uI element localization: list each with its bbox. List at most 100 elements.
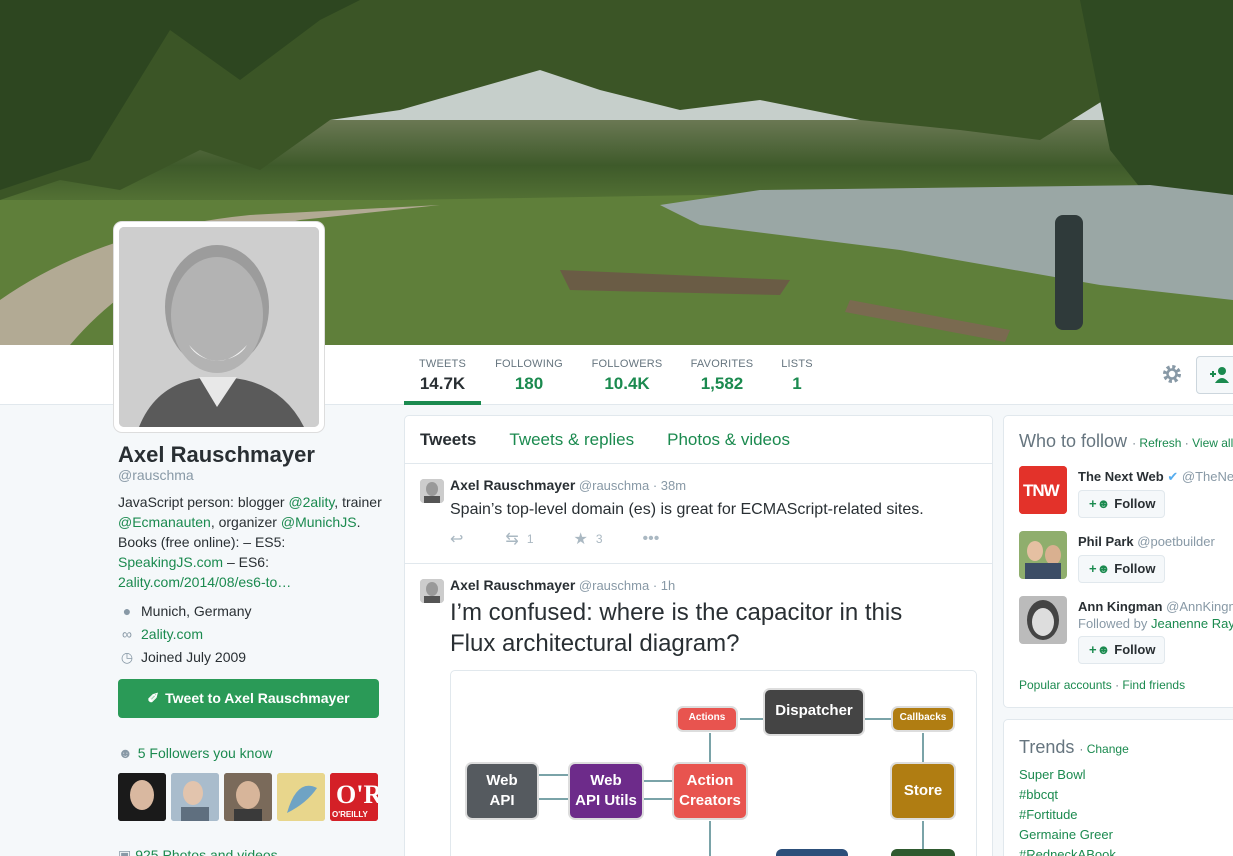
tweet-item[interactable]: Axel Rauschmayer @rauschma · 1h I’m conf… — [405, 564, 992, 856]
profile-handle: @rauschma — [118, 467, 194, 483]
suggestion-item[interactable]: TNW The Next Web ✔ @TheNe +☻ Follow — [1019, 466, 1233, 526]
follow-button[interactable]: +☻ Follow — [1078, 636, 1165, 664]
who-to-follow-title: Who to follow · Refresh · View all — [1019, 431, 1233, 451]
tnw-avatar[interactable]: TNW — [1019, 466, 1067, 514]
suggestion-item[interactable]: Phil Park @poetbuilder +☻ Follow — [1019, 531, 1233, 591]
quill-icon: ✐ — [147, 690, 160, 706]
follow-button[interactable]: +☻ Follow — [1078, 490, 1165, 518]
follower-avatar[interactable] — [118, 773, 166, 821]
more-options-icon[interactable]: ••• — [643, 530, 660, 548]
find-friends-link[interactable]: Find friends — [1122, 678, 1185, 692]
tab-tweets[interactable]: Tweets — [420, 430, 476, 450]
suggestion-handle: @AnnKingm — [1166, 599, 1233, 614]
diagram-box — [891, 849, 955, 856]
suggestion-handle: @poetbuilder — [1137, 534, 1215, 549]
refresh-link[interactable]: Refresh — [1139, 436, 1181, 450]
suggestion-name-text[interactable]: Ann Kingman — [1078, 599, 1163, 614]
stat-label: LISTS — [781, 358, 813, 370]
trend-item[interactable]: #Fortitude — [1019, 807, 1078, 822]
follower-avatar[interactable] — [224, 773, 272, 821]
trend-item[interactable]: #bbcqt — [1019, 787, 1058, 802]
ann-kingman-avatar[interactable] — [1019, 596, 1067, 644]
followers-you-know[interactable]: ☻ 5 Followers you know — [118, 745, 272, 761]
favorite-star-icon[interactable]: ★ — [574, 529, 588, 549]
calendar-icon: ◷ — [120, 649, 134, 665]
stat-lists[interactable]: LISTS 1 — [778, 345, 816, 405]
tweet-author-handle: @rauschma — [578, 578, 650, 593]
diagram-label-dispatcher: Dispatcher — [775, 702, 853, 719]
diagram-box — [776, 849, 848, 856]
joined-text: Joined July 2009 — [141, 649, 247, 665]
stat-favorites[interactable]: FAVORITES 1,582 — [686, 345, 758, 405]
bio-link-ecmanauten[interactable]: @Ecmanauten — [118, 514, 211, 530]
tweet-avatar[interactable] — [420, 479, 444, 503]
timeline-tabs: Tweets Tweets & replies Photos & videos — [405, 416, 992, 464]
retweet-count: 1 — [526, 532, 534, 546]
bio-link-es6[interactable]: 2ality.com/2014/08/es6-to… — [118, 574, 291, 590]
add-user-icon: +☻ — [1089, 496, 1111, 511]
tab-tweets-replies[interactable]: Tweets & replies — [509, 430, 634, 450]
stat-value: 180 — [514, 374, 544, 393]
website-link[interactable]: 2ality.com — [141, 626, 203, 642]
stat-value: 1,582 — [700, 374, 744, 393]
phil-park-avatar[interactable] — [1019, 531, 1067, 579]
settings-gear-icon[interactable] — [1160, 362, 1184, 386]
tweet-text: Spain’s top-level domain (es) is great f… — [450, 501, 924, 518]
follower-avatar[interactable] — [171, 773, 219, 821]
suggestion-name-text[interactable]: Phil Park — [1078, 534, 1134, 549]
retweet-icon[interactable]: ⇆ — [505, 529, 518, 549]
svg-text:O'R: O'R — [336, 780, 378, 809]
suggestion-name: Phil Park @poetbuilder — [1078, 534, 1215, 549]
location-pin-icon: ● — [122, 603, 132, 619]
bio-text: , organizer — [210, 514, 281, 530]
tnw-logo-text: TNW — [1023, 481, 1060, 500]
follow-user-button[interactable] — [1196, 356, 1233, 394]
reply-icon[interactable]: ↩ — [450, 529, 463, 549]
stat-label: FAVORITES — [690, 358, 754, 370]
view-all-link[interactable]: View all — [1192, 436, 1233, 450]
bio-link-munichjs[interactable]: @MunichJS — [281, 514, 357, 530]
profile-bio: JavaScript person: blogger @2ality, trai… — [118, 492, 388, 592]
diagram-label-store: Store — [903, 782, 943, 799]
tweet-author-name[interactable]: Axel Rauschmayer — [450, 577, 575, 593]
profile-location: ● Munich, Germany — [118, 603, 252, 619]
tweet-text: I’m confused: where is the capacitor in … — [450, 597, 902, 659]
photos-videos-link[interactable]: ▣ 925 Photos and videos — [118, 847, 278, 856]
verified-badge-icon: ✔ — [1167, 469, 1179, 484]
diagram-label-callbacks: Callbacks — [899, 712, 947, 723]
followed-by-prefix: Followed by — [1078, 616, 1151, 631]
stat-followers[interactable]: FOLLOWERS 10.4K — [587, 345, 667, 405]
profile-website: ∞ 2ality.com — [118, 626, 203, 642]
trend-item[interactable]: #RedneckABook — [1019, 847, 1116, 856]
stat-label: FOLLOWERS — [591, 358, 663, 370]
link-icon: ∞ — [122, 626, 132, 642]
bio-link-2ality[interactable]: @2ality — [288, 494, 334, 510]
bio-link-speakingjs[interactable]: SpeakingJS.com — [118, 554, 223, 570]
flux-diagram-image[interactable]: Web API Web API Utils Action Creators Actio… — [450, 670, 977, 856]
tab-photos-videos[interactable]: Photos & videos — [667, 430, 790, 450]
oreilly-follower-avatar[interactable]: O'R O'REILLY — [330, 773, 378, 821]
follower-avatar[interactable] — [277, 773, 325, 821]
follow-button[interactable]: +☻ Follow — [1078, 555, 1165, 583]
tweet-time[interactable]: · 1h — [653, 578, 675, 593]
change-trends-link[interactable]: Change — [1087, 742, 1129, 756]
tweet-author-handle: @rauschma — [578, 478, 650, 493]
tweet-to-button[interactable]: ✐ Tweet to Axel Rauschmayer — [118, 679, 379, 718]
tweet-avatar[interactable] — [420, 579, 444, 603]
card-title-text: Who to follow — [1019, 431, 1128, 451]
stat-tweets[interactable]: TWEETS 14.7K — [404, 345, 481, 405]
tweet-item[interactable]: Axel Rauschmayer @rauschma · 38m Spain’s… — [405, 464, 992, 564]
bio-text: – ES6: — [223, 554, 269, 570]
popular-accounts-link[interactable]: Popular accounts — [1019, 678, 1112, 692]
suggestion-name-text[interactable]: The Next Web — [1078, 469, 1164, 484]
followed-by-link[interactable]: Jeanenne Ray — [1151, 616, 1233, 631]
profile-avatar[interactable] — [114, 222, 324, 432]
who-to-follow-card: Who to follow · Refresh · View all TNW T… — [1003, 415, 1233, 708]
tweet-time[interactable]: · 38m — [653, 478, 686, 493]
tweet-author-name[interactable]: Axel Rauschmayer — [450, 477, 575, 493]
suggestion-item[interactable]: Ann Kingman @AnnKingm Followed by Jeanen… — [1019, 596, 1233, 666]
trend-item[interactable]: Germaine Greer — [1019, 827, 1113, 842]
trend-item[interactable]: Super Bowl — [1019, 767, 1085, 782]
follower-thumbnails: O'R O'REILLY — [118, 773, 378, 821]
stat-following[interactable]: FOLLOWING 180 — [490, 345, 568, 405]
